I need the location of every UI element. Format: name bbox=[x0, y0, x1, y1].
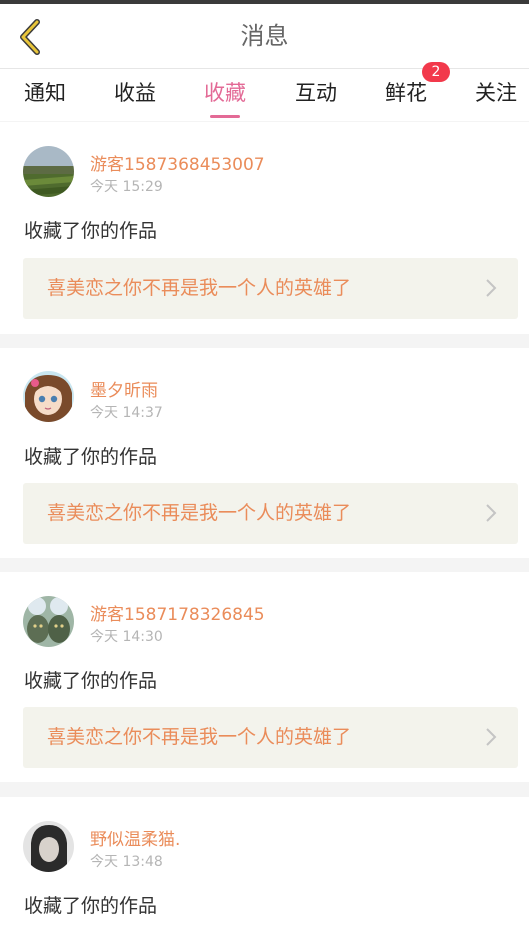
action-text: 收藏了你的作品 bbox=[24, 670, 158, 692]
tab-interactions[interactable]: 互动 bbox=[293, 69, 339, 121]
message-card: 野似温柔猫. 今天 13:48 收藏了你的作品 bbox=[0, 797, 529, 929]
work-title: 喜美恋之你不再是我一个人的英雄了 bbox=[47, 277, 352, 299]
username[interactable]: 墨夕昕雨 bbox=[90, 376, 158, 401]
anime-girl-avatar-image bbox=[23, 371, 74, 422]
tab-bar: 通知 收益 收藏 互动 鲜花 关注 bbox=[0, 68, 529, 121]
tab-notifications[interactable]: 通知 bbox=[22, 69, 68, 121]
active-tab-indicator bbox=[210, 115, 240, 118]
back-button[interactable] bbox=[10, 16, 50, 58]
tab-follows[interactable]: 关注 bbox=[473, 69, 519, 121]
chevron-left-icon bbox=[20, 19, 40, 55]
work-link[interactable]: 喜美恋之你不再是我一个人的英雄了 bbox=[23, 707, 518, 768]
work-link[interactable]: 喜美恋之你不再是我一个人的英雄了 bbox=[23, 258, 518, 319]
chevron-right-icon bbox=[486, 504, 497, 522]
tab-flowers[interactable]: 鲜花 bbox=[383, 69, 429, 121]
chevron-right-icon bbox=[486, 728, 497, 746]
tab-favorites[interactable]: 收藏 bbox=[202, 69, 248, 121]
page-title: 消息 bbox=[240, 22, 289, 50]
flowers-count-badge: 2 bbox=[422, 62, 450, 82]
timestamp: 今天 15:29 bbox=[90, 179, 163, 195]
message-card: 游客1587178326845 今天 14:30 收藏了你的作品 喜美恋之你不再… bbox=[0, 572, 529, 782]
work-title: 喜美恋之你不再是我一个人的英雄了 bbox=[47, 726, 352, 748]
tab-earnings[interactable]: 收益 bbox=[112, 69, 158, 121]
landscape-avatar-image bbox=[23, 146, 74, 197]
avatar[interactable] bbox=[23, 821, 74, 872]
work-link[interactable]: 喜美恋之你不再是我一个人的英雄了 bbox=[23, 483, 518, 544]
app-header: 消息 bbox=[0, 4, 529, 68]
timestamp: 今天 13:48 bbox=[90, 854, 163, 870]
action-text: 收藏了你的作品 bbox=[24, 895, 158, 917]
avatar[interactable] bbox=[23, 371, 74, 422]
action-text: 收藏了你的作品 bbox=[24, 446, 158, 468]
chevron-right-icon bbox=[486, 279, 497, 297]
photo-avatar-image bbox=[23, 596, 74, 647]
timestamp: 今天 14:30 bbox=[90, 629, 163, 645]
message-card: 游客1587368453007 今天 15:29 收藏了你的作品 喜美恋之你不再… bbox=[0, 122, 529, 334]
avatar[interactable] bbox=[23, 146, 74, 197]
username[interactable]: 游客1587178326845 bbox=[90, 600, 265, 625]
message-card: 墨夕昕雨 今天 14:37 收藏了你的作品 喜美恋之你不再是我一个人的英雄了 bbox=[0, 348, 529, 558]
portrait-avatar-image bbox=[23, 821, 74, 872]
timestamp: 今天 14:37 bbox=[90, 405, 163, 421]
work-title: 喜美恋之你不再是我一个人的英雄了 bbox=[47, 502, 352, 524]
username[interactable]: 游客1587368453007 bbox=[90, 150, 265, 175]
action-text: 收藏了你的作品 bbox=[24, 220, 158, 242]
avatar[interactable] bbox=[23, 596, 74, 647]
username[interactable]: 野似温柔猫. bbox=[90, 825, 180, 850]
